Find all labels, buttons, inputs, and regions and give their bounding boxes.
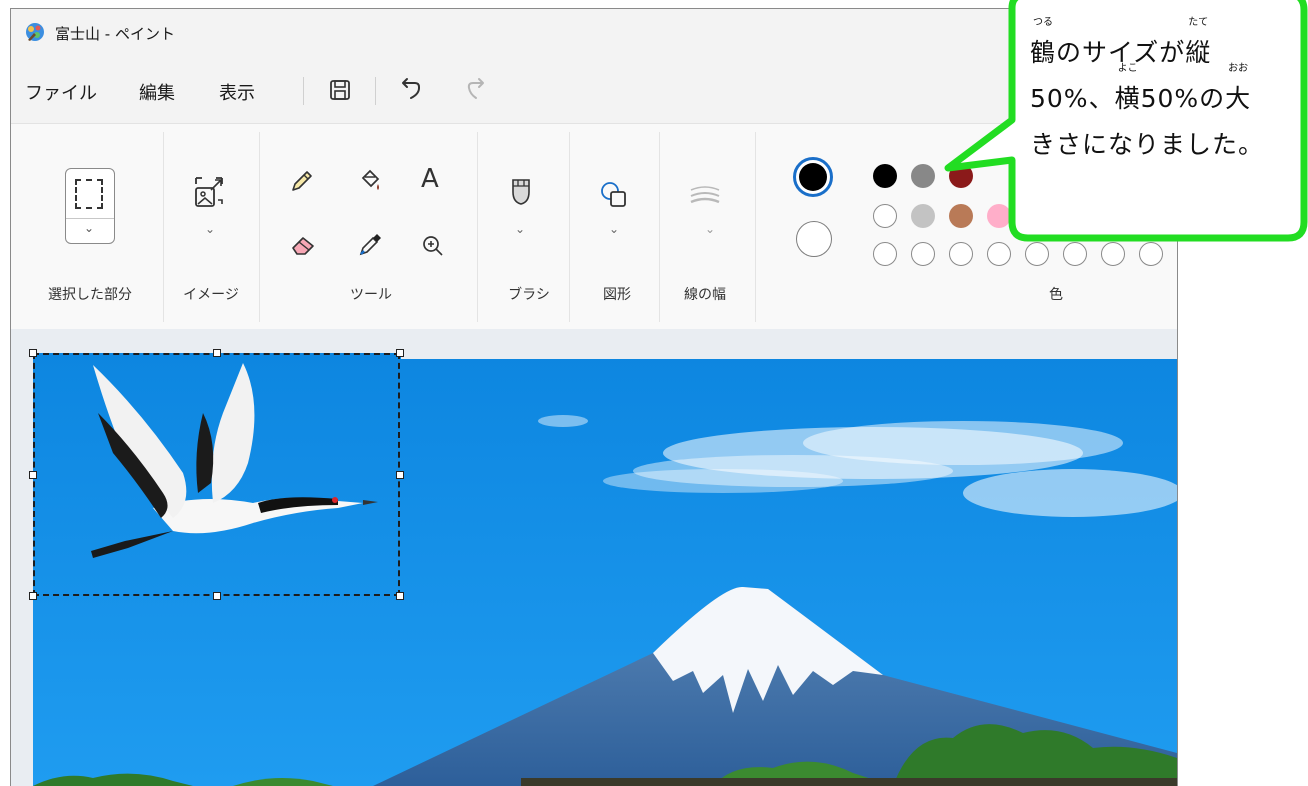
selection-rect-icon [75,179,103,209]
pencil-icon[interactable] [287,166,317,196]
chevron-down-icon[interactable]: ⌄ [84,221,94,235]
eraser-icon[interactable] [287,230,319,260]
window-title: 富士山 - ペイント [55,25,175,43]
fill-bucket-icon[interactable] [355,166,385,196]
menu-separator [375,77,376,105]
resize-handle[interactable] [396,349,404,357]
resize-handle[interactable] [212,349,221,357]
canvas-area[interactable] [11,329,1177,786]
shapes-icon[interactable] [597,178,631,212]
color-swatch[interactable] [873,204,897,228]
save-icon[interactable] [325,75,355,105]
redo-icon[interactable] [461,75,491,105]
image-icon[interactable] [191,172,227,212]
brush-icon[interactable] [507,174,535,210]
selection-box[interactable] [33,353,400,596]
resize-handle[interactable] [29,592,37,600]
menu-view[interactable]: 表示 [219,79,255,105]
text-icon[interactable]: A [421,164,439,194]
select-button[interactable]: ⌄ [65,168,115,244]
callout-text: 鶴つる のサイズが縦 たて 50%、横 よこ 50%の大 おお きさになりました。 [1030,17,1265,160]
group-label-line-width: 線の幅 [684,287,726,303]
primary-color[interactable] [793,157,833,197]
group-label-selection: 選択した部分 [48,287,132,303]
chevron-down-icon[interactable]: ⌄ [515,222,525,236]
chevron-down-icon[interactable]: ⌄ [609,222,619,236]
group-label-tools: ツール [350,287,392,303]
chevron-down-icon: ⌄ [705,222,716,236]
secondary-color[interactable] [796,221,832,257]
resize-handle[interactable] [212,592,221,600]
menu-file[interactable]: ファイル [25,79,97,105]
group-label-image: イメージ [183,287,239,303]
menu-edit[interactable]: 編集 [139,79,175,105]
resize-handle[interactable] [29,470,37,479]
group-label-shapes: 図形 [603,287,631,303]
group-label-colors: 色 [1049,287,1063,303]
color-picker-icon[interactable] [355,228,385,260]
undo-icon[interactable] [395,75,425,105]
paint-app-icon [26,23,44,41]
magnifier-icon[interactable] [419,232,447,260]
color-swatch[interactable] [873,164,897,188]
chevron-down-icon[interactable]: ⌄ [205,222,215,236]
group-label-brushes: ブラシ [508,287,550,303]
line-width-icon[interactable] [687,182,723,212]
color-swatch[interactable] [873,242,897,266]
resize-handle[interactable] [396,470,404,479]
resize-handle[interactable] [29,349,37,357]
resize-handle[interactable] [396,592,404,600]
menu-separator [303,77,304,105]
